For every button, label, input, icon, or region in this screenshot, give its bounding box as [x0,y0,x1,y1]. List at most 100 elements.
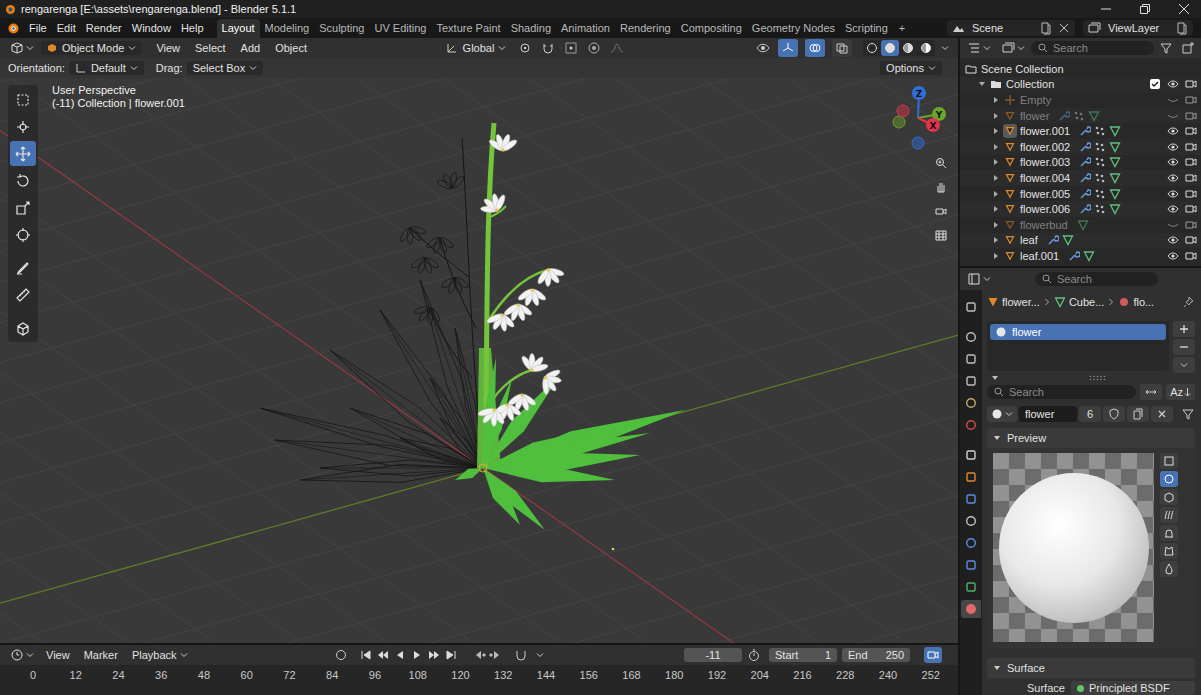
preview-type-button[interactable] [1160,471,1178,487]
render-camera-icon[interactable] [1185,125,1197,137]
particles-icon[interactable] [1094,156,1106,168]
browse-material-button[interactable] [987,406,1017,422]
mesh-data-icon[interactable] [1083,250,1095,262]
collapsed-arrow-icon[interactable] [992,190,1000,198]
preview-type-button[interactable] [1160,561,1178,577]
wrench-icon[interactable] [1068,250,1080,262]
display-mode-button[interactable] [997,41,1029,55]
workspace-tab[interactable]: Animation [556,19,615,38]
close-button[interactable] [1167,0,1201,18]
duplicate-material-button[interactable] [1127,406,1149,422]
next-keyframe-icon[interactable] [427,648,441,662]
scene-view[interactable]: ZYX [0,78,958,643]
pin-icon[interactable] [1183,296,1195,308]
shading-options-icon[interactable] [941,44,949,52]
workspace-tab[interactable]: Layout [217,19,260,38]
menu-item[interactable]: File [24,22,52,34]
material-name-field[interactable]: flower [1019,406,1077,422]
particles-icon[interactable] [1094,172,1106,184]
frame-ruler[interactable]: 0122436486072849610812013214415616818019… [0,665,958,695]
menu-item[interactable]: Edit [52,22,81,34]
mesh-data-icon[interactable] [1062,234,1074,246]
preview-type-button[interactable] [1160,453,1178,469]
eye-closed-icon[interactable] [1167,219,1179,231]
menu-item[interactable]: Window [127,22,176,34]
add-workspace-button[interactable]: + [893,19,911,38]
render-camera-icon[interactable] [1185,110,1197,122]
gizmo-toggle[interactable] [778,39,798,57]
timeline-menu[interactable]: View [40,649,76,661]
outliner-row[interactable]: flower.002 [960,139,1201,155]
expanded-arrow-icon[interactable] [978,80,986,88]
collapsed-arrow-icon[interactable] [992,112,1000,120]
tool-button[interactable] [10,282,36,307]
editor-type-button[interactable] [6,41,38,55]
workspace-tab[interactable]: UV Editing [369,19,431,38]
properties-tab[interactable] [961,468,981,486]
outliner-row[interactable]: flower.004 [960,170,1201,186]
material-users-count[interactable]: 6 [1079,406,1101,422]
outliner-row[interactable]: flower.005 [960,186,1201,202]
render-camera-icon[interactable] [1185,94,1197,106]
shading-button[interactable] [917,40,935,56]
properties-tab[interactable] [961,350,981,368]
auto-keying-icon[interactable] [514,648,528,662]
collapsed-arrow-icon[interactable] [992,127,1000,135]
editor-type-button[interactable] [963,41,995,55]
particles-icon[interactable] [1073,110,1085,122]
view-layer-field[interactable]: ViewLayer [1105,22,1171,34]
maximize-button[interactable] [1128,0,1162,18]
mesh-data-icon[interactable] [1109,203,1121,215]
snap-target-icon[interactable] [564,41,578,55]
preview-type-button[interactable] [1160,525,1178,541]
workspace-tab[interactable]: Rendering [615,19,676,38]
outliner-search[interactable]: Search [1031,41,1154,55]
end-frame-field[interactable]: End250 [842,648,910,662]
mesh-data-icon[interactable] [1109,141,1121,153]
properties-tab[interactable] [961,490,981,508]
wrench-icon[interactable] [1079,172,1091,184]
play-icon[interactable] [410,648,424,662]
shading-button[interactable] [863,40,881,56]
mesh-data-icon[interactable] [1088,110,1100,122]
workspace-tab[interactable]: Geometry Nodes [747,19,840,38]
properties-tab[interactable] [961,394,981,412]
exclude-checkbox[interactable] [1149,78,1161,90]
mesh-data-icon[interactable] [1077,219,1089,231]
ortho-toggle-button[interactable] [930,224,952,246]
outliner-row[interactable]: flowerbud [960,217,1201,233]
outliner-row[interactable]: leaf.001 [960,248,1201,264]
collapsed-arrow-icon[interactable] [992,96,1000,104]
eye-icon[interactable] [1167,234,1179,246]
editor-type-button[interactable] [963,272,995,286]
view-layer-selector[interactable]: ViewLayer [1083,20,1193,36]
preview-panel-header[interactable]: Preview [987,428,1195,448]
filter-options-arrow-icon[interactable] [991,374,999,382]
link-mode-icon[interactable] [1181,407,1195,421]
grip-icon[interactable] [1087,375,1107,381]
wrench-icon[interactable] [1079,188,1091,200]
eye-icon[interactable] [1167,172,1179,184]
properties-tab[interactable] [961,416,981,434]
record-icon[interactable] [334,648,348,662]
tool-button[interactable] [10,168,36,193]
tool-button[interactable] [10,141,36,166]
unlink-material-button[interactable] [1151,406,1173,422]
start-frame-field[interactable]: Start1 [769,648,837,662]
xray-toggle[interactable] [832,39,852,57]
tool-button[interactable] [10,222,36,247]
mesh-data-icon[interactable] [1109,156,1121,168]
playback-options-toggle[interactable] [924,647,942,663]
list-resize-handle[interactable] [987,373,1195,382]
invert-filter-button[interactable] [1140,384,1162,400]
outliner-row[interactable]: Collection [960,77,1201,93]
eye-closed-icon[interactable] [1167,110,1179,122]
wrench-icon[interactable] [1079,141,1091,153]
render-camera-icon[interactable] [1185,250,1197,262]
current-frame-field[interactable]: -11 [684,648,742,662]
minimize-button[interactable] [1089,0,1123,18]
viewport-menu[interactable]: Object [269,42,313,54]
slot-filter-field[interactable]: Search [987,385,1136,399]
properties-search[interactable]: Search [1035,272,1158,286]
viewport-canvas[interactable]: ZYXUser Perspective(-11) Collection | fl… [0,78,958,643]
